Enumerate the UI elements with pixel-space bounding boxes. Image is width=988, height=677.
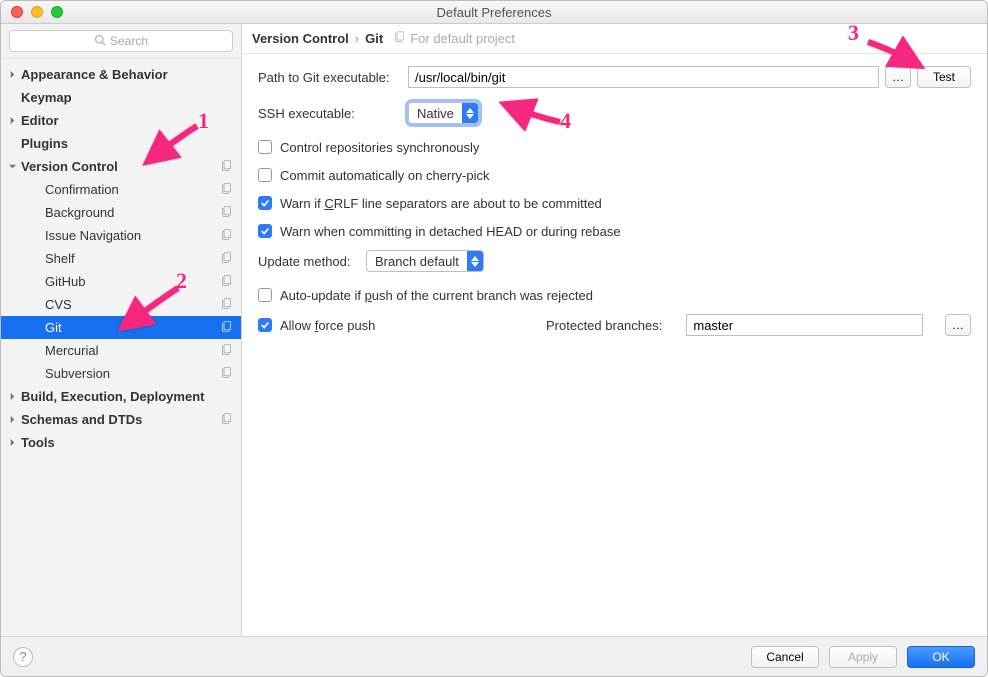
sidebar-item-label: Build, Execution, Deployment xyxy=(21,389,204,404)
sidebar-item-cvs[interactable]: CVS xyxy=(1,293,241,316)
copy-icon xyxy=(220,182,233,198)
sidebar-item-label: Subversion xyxy=(45,366,110,381)
copy-icon xyxy=(220,251,233,267)
sync-label: Control repositories synchronously xyxy=(280,140,479,155)
path-label: Path to Git executable: xyxy=(258,70,408,85)
autoupdate-label: Auto-update if push of the current branc… xyxy=(280,288,593,303)
copy-icon xyxy=(393,31,406,47)
settings-tree: Appearance & Behavior Keymap Editor Plugins… xyxy=(1,59,241,636)
cherry-label: Commit automatically on cherry-pick xyxy=(280,168,490,183)
titlebar: Default Preferences xyxy=(1,1,987,24)
copy-icon xyxy=(220,343,233,359)
for-default-project: For default project xyxy=(393,31,515,47)
sidebar-item-label: Editor xyxy=(21,113,59,128)
search-input[interactable]: Search xyxy=(9,30,233,52)
update-method-label: Update method: xyxy=(258,254,366,269)
search-placeholder: Search xyxy=(110,34,148,48)
git-path-input[interactable] xyxy=(408,66,879,88)
breadcrumb-root[interactable]: Version Control xyxy=(252,31,349,46)
apply-button[interactable]: Apply xyxy=(829,646,897,668)
sidebar-item-shelf[interactable]: Shelf xyxy=(1,247,241,270)
sidebar-item-keymap[interactable]: Keymap xyxy=(1,86,241,109)
updown-icon xyxy=(467,251,483,271)
copy-icon xyxy=(220,159,233,175)
sidebar-item-label: Keymap xyxy=(21,90,72,105)
copy-icon xyxy=(220,366,233,382)
sidebar-item-label: Mercurial xyxy=(45,343,98,358)
update-method-select[interactable]: Branch default xyxy=(366,250,484,272)
sidebar-item-git[interactable]: Git xyxy=(1,316,241,339)
protected-branches-input[interactable] xyxy=(686,314,923,336)
ssh-executable-select[interactable]: Native xyxy=(408,102,479,124)
test-button[interactable]: Test xyxy=(917,66,971,88)
ok-button[interactable]: OK xyxy=(907,646,975,668)
copy-icon xyxy=(220,320,233,336)
copy-icon xyxy=(220,205,233,221)
sidebar-item-label: Git xyxy=(45,320,62,335)
sidebar-item-plugins[interactable]: Plugins xyxy=(1,132,241,155)
sidebar-item-label: Appearance & Behavior xyxy=(21,67,168,82)
sidebar-item-github[interactable]: GitHub xyxy=(1,270,241,293)
copy-icon xyxy=(220,412,233,428)
sidebar-item-schemas-and-dtds[interactable]: Schemas and DTDs xyxy=(1,408,241,431)
breadcrumb: Version Control › Git For default projec… xyxy=(242,24,987,54)
chevron-right-icon xyxy=(7,116,17,126)
updown-icon xyxy=(462,103,478,123)
sync-checkbox[interactable] xyxy=(258,140,272,154)
sidebar-item-label: CVS xyxy=(45,297,72,312)
chevron-down-icon xyxy=(7,162,17,172)
detached-label: Warn when committing in detached HEAD or… xyxy=(280,224,621,239)
sidebar-item-confirmation[interactable]: Confirmation xyxy=(1,178,241,201)
detached-checkbox[interactable] xyxy=(258,224,272,238)
sidebar-item-appearance-behavior[interactable]: Appearance & Behavior xyxy=(1,63,241,86)
chevron-right-icon: › xyxy=(355,31,359,46)
window-title: Default Preferences xyxy=(1,5,987,20)
sidebar-item-build-execution-deployment[interactable]: Build, Execution, Deployment xyxy=(1,385,241,408)
ssh-label: SSH executable: xyxy=(258,106,408,121)
sidebar-item-label: Shelf xyxy=(45,251,75,266)
autoupdate-checkbox[interactable] xyxy=(258,288,272,302)
force-push-checkbox[interactable] xyxy=(258,318,272,332)
sidebar-item-label: Plugins xyxy=(21,136,68,151)
cherry-checkbox[interactable] xyxy=(258,168,272,182)
browse-button[interactable]: … xyxy=(885,66,911,88)
sidebar-item-label: Confirmation xyxy=(45,182,119,197)
sidebar-item-issue-navigation[interactable]: Issue Navigation xyxy=(1,224,241,247)
sidebar-item-version-control[interactable]: Version Control xyxy=(1,155,241,178)
chevron-right-icon xyxy=(7,392,17,402)
sidebar-item-mercurial[interactable]: Mercurial xyxy=(1,339,241,362)
chevron-right-icon xyxy=(7,415,17,425)
protected-branches-label: Protected branches: xyxy=(546,318,662,333)
sidebar-item-label: Version Control xyxy=(21,159,118,174)
sidebar-item-label: Background xyxy=(45,205,114,220)
search-icon xyxy=(94,34,106,49)
sidebar-item-label: GitHub xyxy=(45,274,85,289)
crlf-label: Warn if CRLF line separators are about t… xyxy=(280,196,602,211)
breadcrumb-leaf: Git xyxy=(365,31,383,46)
sidebar-item-label: Schemas and DTDs xyxy=(21,412,142,427)
copy-icon xyxy=(220,228,233,244)
sidebar-item-tools[interactable]: Tools xyxy=(1,431,241,454)
crlf-checkbox[interactable] xyxy=(258,196,272,210)
sidebar-item-label: Tools xyxy=(21,435,55,450)
sidebar-item-background[interactable]: Background xyxy=(1,201,241,224)
help-button[interactable]: ? xyxy=(13,647,33,667)
sidebar: Search Appearance & Behavior Keymap Editor… xyxy=(1,24,242,636)
chevron-right-icon xyxy=(7,438,17,448)
copy-icon xyxy=(220,274,233,290)
sidebar-item-label: Issue Navigation xyxy=(45,228,141,243)
force-push-label: Allow force push xyxy=(280,318,480,333)
chevron-right-icon xyxy=(7,70,17,80)
cancel-button[interactable]: Cancel xyxy=(751,646,819,668)
protected-branches-browse[interactable]: … xyxy=(945,314,971,336)
sidebar-item-editor[interactable]: Editor xyxy=(1,109,241,132)
sidebar-item-subversion[interactable]: Subversion xyxy=(1,362,241,385)
copy-icon xyxy=(220,297,233,313)
